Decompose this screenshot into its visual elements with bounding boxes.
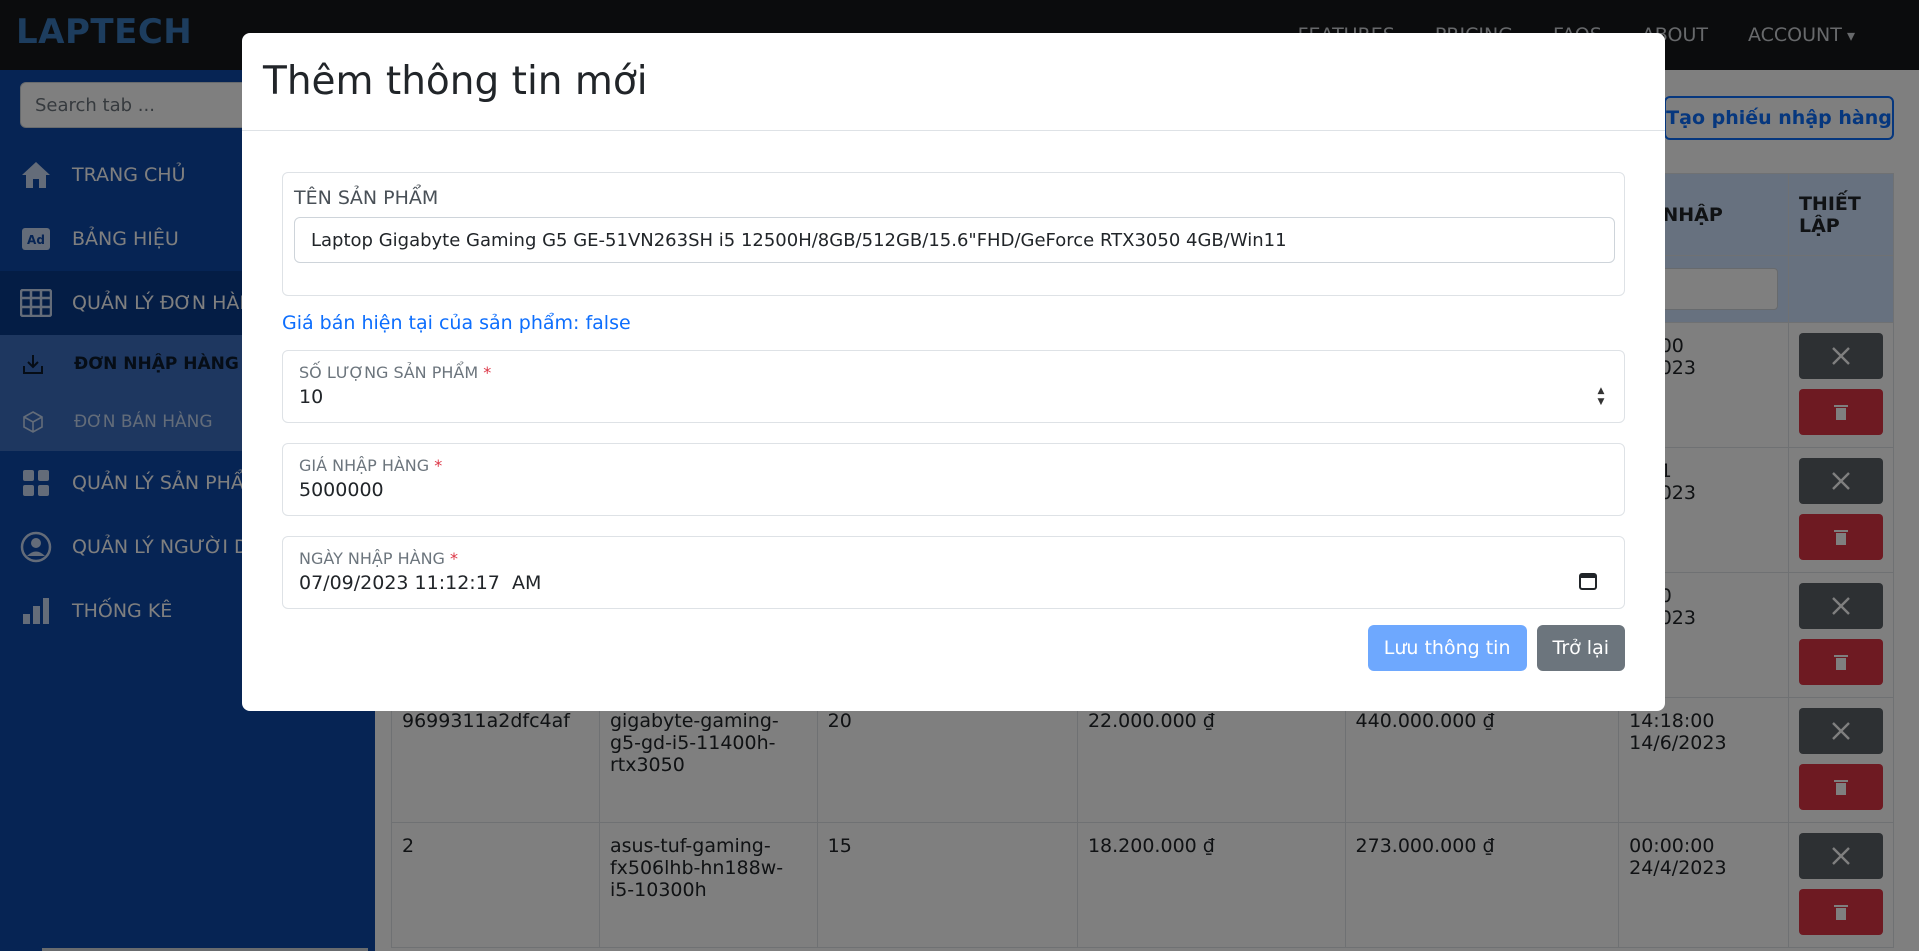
quantity-value: 10 <box>299 386 324 408</box>
calendar-icon[interactable] <box>1578 571 1598 591</box>
import-price-value: 5000000 <box>299 479 384 501</box>
import-date-field[interactable]: NGÀY NHẬP HÀNG * 07/09/2023 11:12:17 AM <box>282 536 1625 609</box>
quantity-field[interactable]: SỐ LƯỢNG SẢN PHẨM * 10 ▲ ▼ <box>282 350 1625 423</box>
required-mark: * <box>434 456 443 475</box>
import-price-field[interactable]: GIÁ NHẬP HÀNG * 5000000 <box>282 443 1625 516</box>
import-date-label-text: NGÀY NHẬP HÀNG <box>299 549 445 568</box>
product-name-label: TÊN SẢN PHẨM <box>294 187 439 209</box>
import-date-value: 07/09/2023 11:12:17 AM <box>299 572 542 594</box>
import-date-label: NGÀY NHẬP HÀNG * <box>299 549 1608 568</box>
required-mark: * <box>450 549 459 568</box>
back-button[interactable]: Trở lại <box>1536 625 1625 671</box>
quantity-label-text: SỐ LƯỢNG SẢN PHẨM <box>299 363 479 382</box>
spin-up-icon[interactable]: ▲ <box>1598 387 1605 396</box>
save-button[interactable]: Lưu thông tin <box>1367 625 1527 671</box>
current-price-hint: Giá bán hiện tại của sản phẩm: false <box>282 312 631 334</box>
quantity-label: SỐ LƯỢNG SẢN PHẨM * <box>299 363 1608 382</box>
number-spinner[interactable]: ▲ ▼ <box>1594 387 1608 407</box>
import-price-label-text: GIÁ NHẬP HÀNG <box>299 456 430 475</box>
product-name-group: TÊN SẢN PHẨM Laptop Gigabyte Gaming G5 G… <box>282 172 1625 296</box>
product-name-field[interactable]: Laptop Gigabyte Gaming G5 GE-51VN263SH i… <box>294 217 1615 263</box>
modal-body: TÊN SẢN PHẨM Laptop Gigabyte Gaming G5 G… <box>282 172 1625 609</box>
import-price-label: GIÁ NHẬP HÀNG * <box>299 456 1608 475</box>
add-info-modal: Thêm thông tin mới TÊN SẢN PHẨM Laptop G… <box>242 33 1665 711</box>
spin-down-icon[interactable]: ▼ <box>1598 398 1605 407</box>
modal-footer: Lưu thông tin Trở lại <box>1367 625 1625 671</box>
modal-title: Thêm thông tin mới <box>263 59 648 104</box>
required-mark: * <box>483 363 492 382</box>
modal-header: Thêm thông tin mới <box>242 33 1665 131</box>
